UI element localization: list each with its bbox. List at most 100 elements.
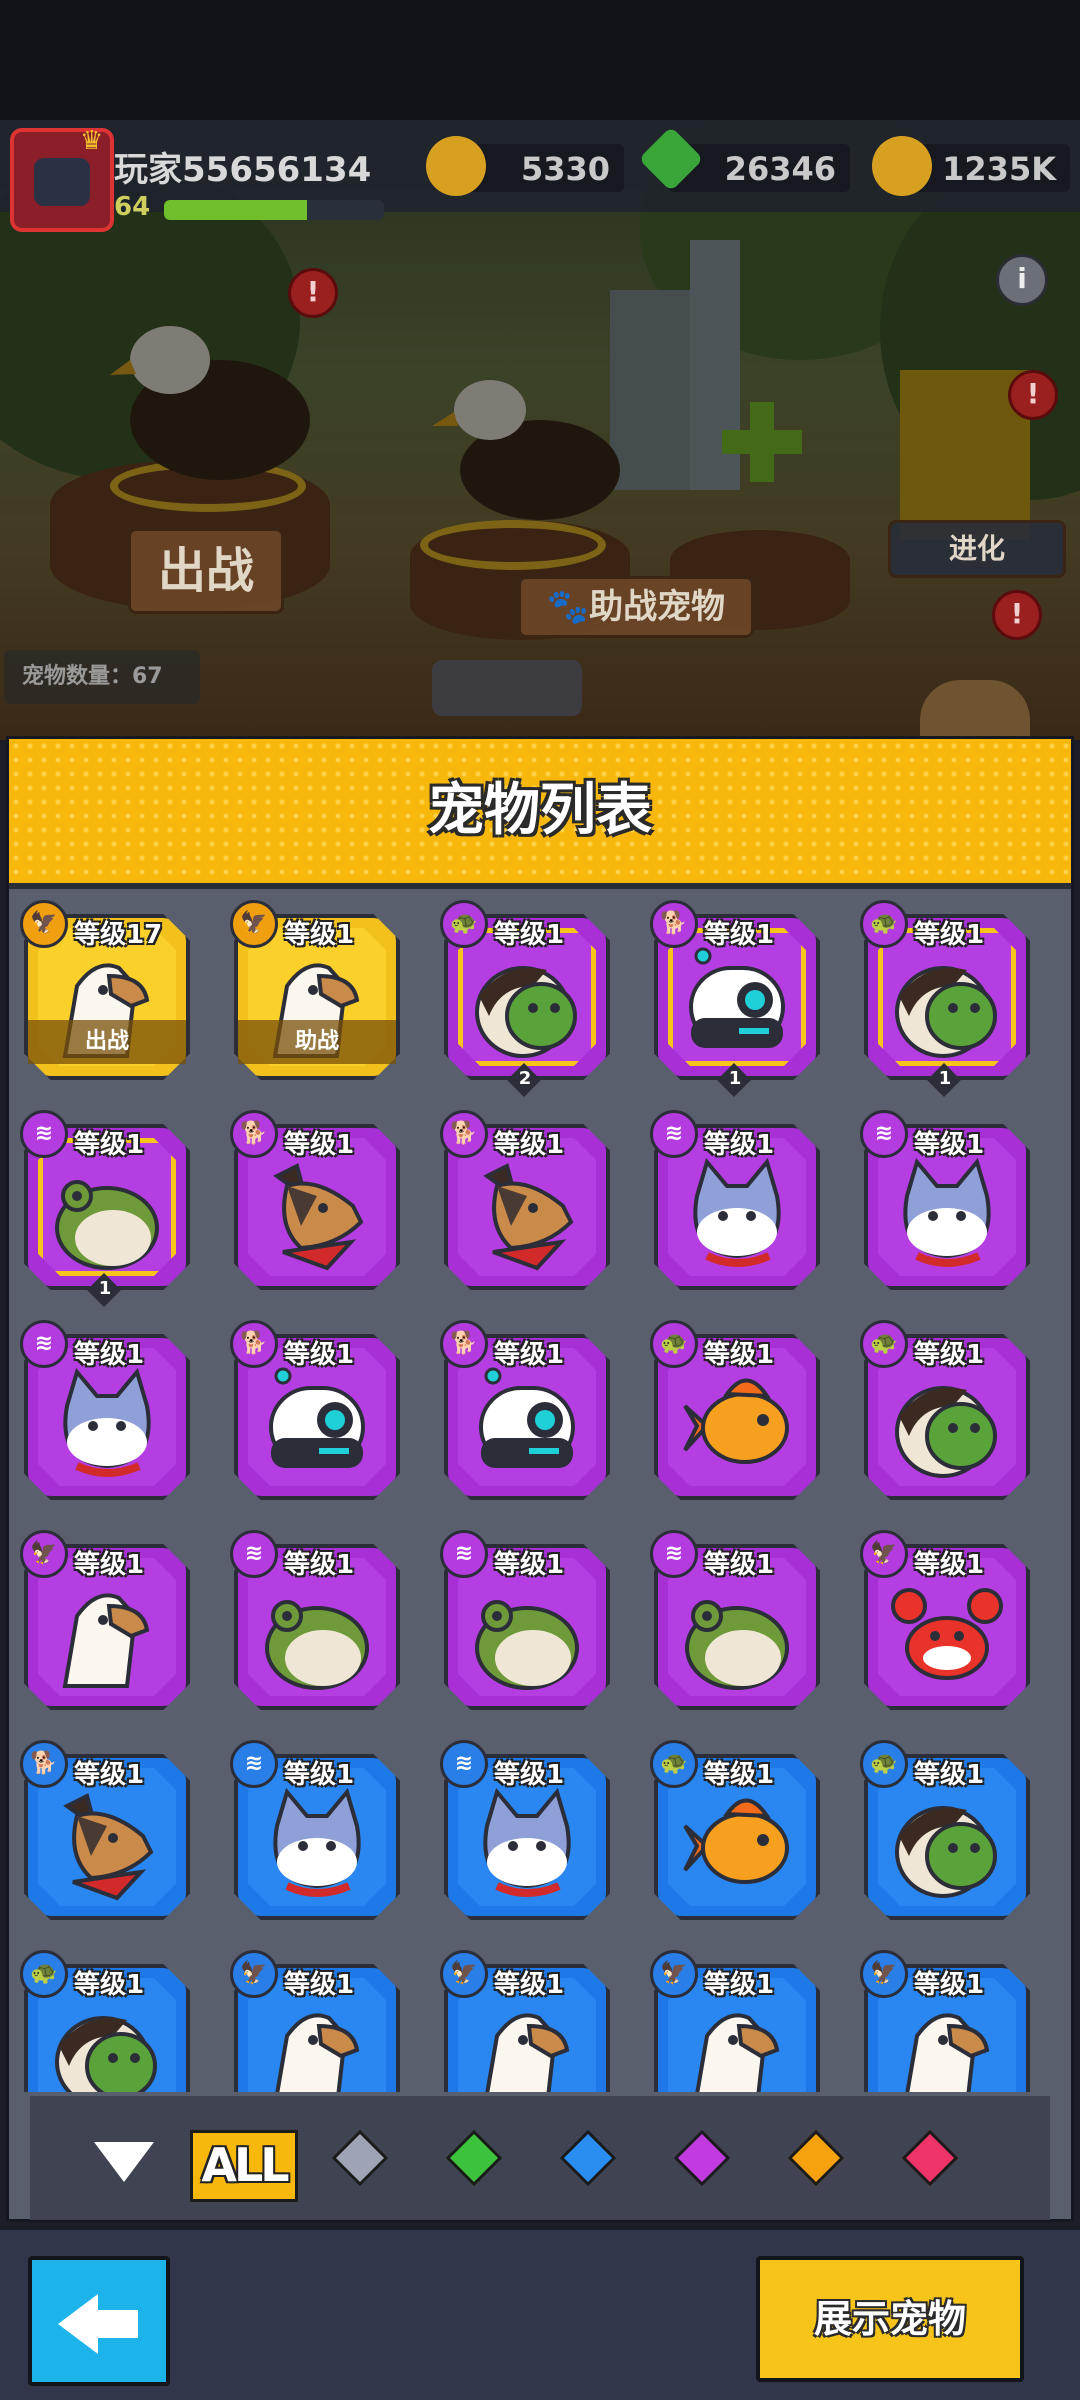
pet-card[interactable]: 🐕 等级1 xyxy=(230,1110,404,1290)
eagle-pet-image xyxy=(256,1996,378,2092)
turtle-type-icon: 🐢 xyxy=(860,900,908,948)
player-avatar[interactable]: ♛ xyxy=(10,126,114,232)
triangle-down-icon xyxy=(94,2142,154,2182)
pet-card[interactable]: ≋ 等级1 xyxy=(230,1740,404,1920)
assist-pet-button[interactable]: 🐾助战宠物 xyxy=(518,576,754,638)
eagle-pet-image xyxy=(886,1996,1008,2092)
gem-counter[interactable]: 26346 xyxy=(638,126,850,192)
panel-title-bar: 宠物列表 xyxy=(9,739,1071,883)
gold-counter[interactable]: 1235K xyxy=(872,136,1070,196)
pet-card[interactable]: ≋ 等级1 xyxy=(440,1530,614,1710)
pet-level: 等级1 xyxy=(74,1550,145,1580)
pet-level: 等级1 xyxy=(284,1130,355,1160)
gold-icon xyxy=(872,136,932,196)
dog-pet-image xyxy=(466,1156,588,1274)
pet-card[interactable]: 🐢 等级1 xyxy=(860,1740,1034,1920)
pet-card[interactable]: 助战 🦅 等级1 xyxy=(230,900,404,1080)
pet-card[interactable]: 出战 🦅 等级17 xyxy=(20,900,194,1080)
filter-purple-gem[interactable] xyxy=(672,2128,732,2188)
pet-level: 等级1 xyxy=(704,920,775,950)
coin-type-icon: ≋ xyxy=(20,1320,68,1368)
evolve-button[interactable]: 进化 xyxy=(888,520,1066,578)
eagle-type-icon: 🦅 xyxy=(650,1950,698,1998)
pet-card[interactable]: ≋ 等级1 xyxy=(650,1110,824,1290)
pet-card[interactable]: 🐢 等级1 xyxy=(20,1950,194,2092)
pet-card[interactable]: ≋ 等级1 xyxy=(650,1530,824,1710)
pet-card[interactable]: 🐢 等级1 1 xyxy=(860,900,1034,1097)
pet-level: 等级1 xyxy=(914,920,985,950)
pet-count-badge: 2 xyxy=(507,1063,541,1097)
dog-pet-image xyxy=(256,1156,378,1274)
pet-card[interactable]: 🐢 等级1 xyxy=(650,1320,824,1500)
scene-button-placeholder[interactable] xyxy=(432,660,582,716)
pet-card[interactable]: ≋ 等级1 xyxy=(230,1530,404,1710)
pet-level: 等级1 xyxy=(494,1550,565,1580)
pet-card[interactable]: 🦅 等级1 xyxy=(440,1950,614,2092)
filter-red-gem[interactable] xyxy=(900,2128,960,2188)
pet-card[interactable]: 🐢 等级1 xyxy=(650,1740,824,1920)
filter-blue-gem[interactable] xyxy=(558,2128,618,2188)
pet-card[interactable]: ≋ 等级1 xyxy=(440,1740,614,1920)
sort-toggle[interactable] xyxy=(90,2128,154,2188)
pet-card[interactable]: 🦅 等级1 xyxy=(860,1530,1034,1710)
pet-card[interactable]: 🦅 等级1 xyxy=(230,1950,404,2092)
pet-level: 等级1 xyxy=(284,1970,355,2000)
alert-badge-1: ! xyxy=(288,268,338,318)
pet-card[interactable]: 🐢 等级1 2 xyxy=(440,900,614,1097)
dog-type-icon: 🐕 xyxy=(650,900,698,948)
xp-bar xyxy=(164,200,384,220)
robot-pet-image xyxy=(676,946,798,1064)
assist-pet-label: 助战宠物 xyxy=(589,587,726,627)
pet-card[interactable]: 🦅 等级1 xyxy=(860,1950,1034,2092)
filter-gray-gem[interactable] xyxy=(330,2128,390,2188)
green-gem-icon xyxy=(445,2129,503,2187)
pet-count-badge: 1 xyxy=(87,1273,121,1307)
pet-card[interactable]: 🐕 等级1 xyxy=(230,1320,404,1500)
pet-status-tag: 助战 xyxy=(238,1020,396,1064)
pet-count-value: 1 xyxy=(938,1068,952,1089)
info-button[interactable]: i xyxy=(996,254,1048,306)
pet-level: 等级1 xyxy=(914,1970,985,2000)
filter-orange-gem[interactable] xyxy=(786,2128,846,2188)
filter-all[interactable]: ALL xyxy=(190,2130,298,2202)
eagle-type-icon: 🦅 xyxy=(860,1530,908,1578)
pet-card[interactable]: 🐕 等级1 xyxy=(440,1110,614,1290)
eagle-pet-image xyxy=(676,1996,798,2092)
coin-icon xyxy=(426,136,486,196)
pet-level: 等级1 xyxy=(704,1760,775,1790)
show-pet-button[interactable]: 展示宠物 xyxy=(756,2256,1024,2382)
pet-level: 等级1 xyxy=(914,1760,985,1790)
pet-scene xyxy=(0,120,1080,740)
coin-type-icon: ≋ xyxy=(230,1740,278,1788)
pet-level: 等级1 xyxy=(284,1340,355,1370)
back-button[interactable] xyxy=(28,2256,170,2386)
pet-level: 等级1 xyxy=(494,1340,565,1370)
pet-level: 等级1 xyxy=(914,1340,985,1370)
dog-type-icon: 🐕 xyxy=(230,1110,278,1158)
player-name: 玩家55656134 xyxy=(114,150,372,190)
eagle-type-icon: 🦅 xyxy=(230,1950,278,1998)
pet-card[interactable]: 🐕 等级1 xyxy=(440,1320,614,1500)
pet-level: 等级1 xyxy=(494,1760,565,1790)
eagle-type-icon: 🦅 xyxy=(860,1950,908,1998)
turtle-type-icon: 🐢 xyxy=(860,1740,908,1788)
pet-card[interactable]: 🦅 等级1 xyxy=(650,1950,824,2092)
pet-count-value: 1 xyxy=(98,1278,112,1299)
pet-level: 等级1 xyxy=(494,1970,565,2000)
pet-card[interactable]: ≋ 等级1 xyxy=(20,1320,194,1500)
divider xyxy=(9,883,1071,889)
eagle-pet-image xyxy=(466,1996,588,2092)
pet-level: 等级1 xyxy=(914,1550,985,1580)
pet-card[interactable]: 🐕 等级1 1 xyxy=(650,900,824,1097)
pet-card[interactable]: ≋ 等级1 xyxy=(860,1110,1034,1290)
red-gem-icon xyxy=(901,2129,959,2187)
pet-card[interactable]: ≋ 等级1 1 xyxy=(20,1110,194,1307)
pet-card[interactable]: 🐕 等级1 xyxy=(20,1740,194,1920)
filter-green-gem[interactable] xyxy=(444,2128,504,2188)
pet-level: 等级1 xyxy=(74,1340,145,1370)
coin-counter[interactable]: 5330 xyxy=(426,136,624,196)
battle-slot-label[interactable]: 出战 xyxy=(128,528,284,614)
dog-type-icon: 🐕 xyxy=(440,1320,488,1368)
pet-card[interactable]: 🦅 等级1 xyxy=(20,1530,194,1710)
pet-card[interactable]: 🐢 等级1 xyxy=(860,1320,1034,1500)
